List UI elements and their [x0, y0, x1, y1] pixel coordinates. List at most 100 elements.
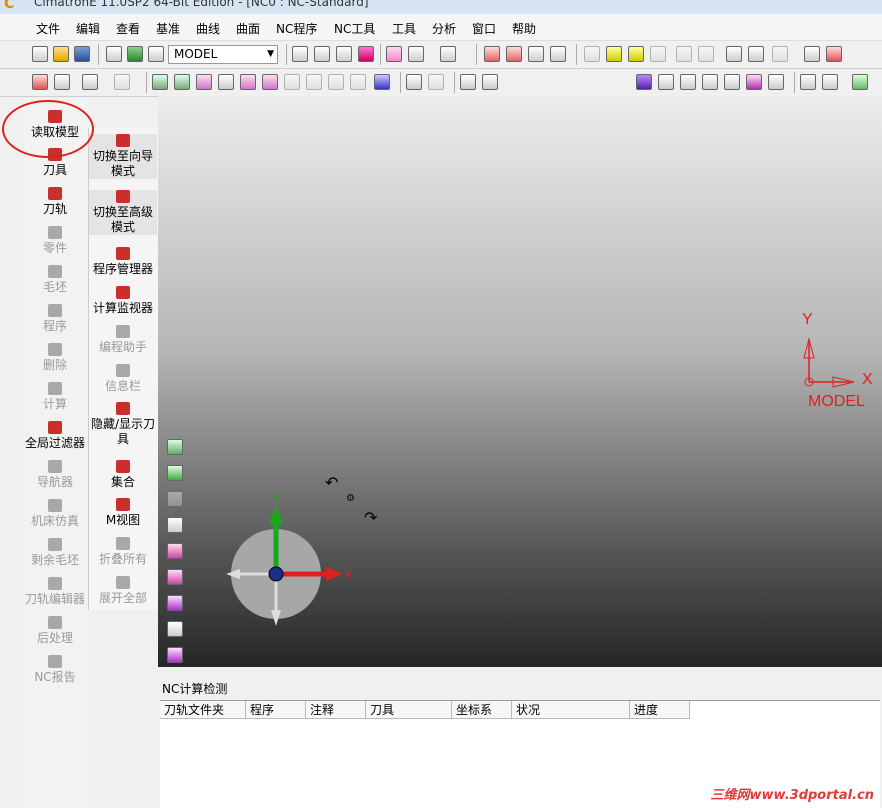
view-left-icon[interactable] — [768, 74, 784, 90]
column-header-ucs[interactable]: 坐标系 — [452, 701, 512, 719]
mark-icon[interactable] — [826, 46, 842, 62]
column-header-program[interactable]: 程序 — [246, 701, 306, 719]
model-select[interactable]: MODEL ▼ — [168, 45, 278, 64]
set-icon[interactable] — [148, 46, 164, 62]
view-box-icon[interactable] — [167, 517, 183, 533]
hide-icon[interactable] — [167, 621, 183, 637]
clip-icon[interactable] — [167, 569, 183, 585]
column-header-status[interactable]: 状况 — [512, 701, 630, 719]
menu-nc-program[interactable]: NC程序 — [276, 20, 317, 37]
menu-view[interactable]: 查看 — [116, 20, 140, 37]
bulb-on-icon[interactable] — [628, 46, 644, 62]
view-gizmo[interactable]: Y X — [226, 491, 352, 626]
tool-path-icon[interactable] — [460, 74, 476, 90]
undo-view-icon[interactable] — [167, 491, 183, 507]
menu-datum[interactable]: 基准 — [156, 20, 180, 37]
select-all-icon[interactable] — [328, 74, 344, 90]
nc-tools-item[interactable]: 切换至高级模式 — [89, 190, 157, 235]
nc-tools-item[interactable]: M视图 — [89, 498, 157, 528]
view-front-icon[interactable] — [658, 74, 674, 90]
view-iso-icon[interactable] — [386, 46, 402, 62]
menu-surface[interactable]: 曲面 — [236, 20, 260, 37]
analysis-icon[interactable] — [852, 74, 868, 90]
nc-wizard-icon[interactable] — [32, 74, 48, 90]
new-file-icon[interactable] — [32, 46, 48, 62]
nc-tools-item[interactable]: 切换至向导模式 — [89, 134, 157, 179]
sketch-exit-icon[interactable] — [822, 74, 838, 90]
select-point-icon[interactable] — [306, 74, 322, 90]
menu-file[interactable]: 文件 — [36, 20, 60, 37]
view-back-icon[interactable] — [724, 74, 740, 90]
shading-icon[interactable] — [408, 46, 424, 62]
save-icon[interactable] — [74, 46, 90, 62]
nc-output-icon[interactable] — [550, 46, 566, 62]
pick-filter-icon[interactable] — [428, 74, 444, 90]
nc-tool-icon[interactable] — [528, 46, 544, 62]
column-header-comment[interactable]: 注释 — [306, 701, 366, 719]
select-body-icon[interactable] — [284, 74, 300, 90]
select-similar-icon[interactable] — [350, 74, 366, 90]
select-chain-icon[interactable] — [218, 74, 234, 90]
column-header-progress[interactable]: 进度 — [630, 701, 690, 719]
nc-guide-item: 剩余毛坯 — [20, 538, 90, 568]
section-icon[interactable] — [167, 543, 183, 559]
view-top-icon[interactable] — [680, 74, 696, 90]
view-cube-icon[interactable] — [636, 74, 652, 90]
nc-tools-item[interactable]: 计算监视器 — [89, 286, 157, 316]
view-right-icon[interactable] — [702, 74, 718, 90]
nc-tools-item-label: 展开全部 — [98, 591, 147, 605]
funnel-icon[interactable] — [482, 74, 498, 90]
show-icon[interactable] — [167, 647, 183, 663]
select-face-icon[interactable] — [196, 74, 212, 90]
menu-analysis[interactable]: 分析 — [432, 20, 456, 37]
nc-guide-item[interactable]: 刀轨 — [20, 187, 90, 217]
arrow-left-icon[interactable] — [676, 46, 692, 62]
nc-procedure-icon[interactable] — [506, 46, 522, 62]
nc-guide-item-icon — [48, 343, 62, 356]
menu-curve[interactable]: 曲线 — [196, 20, 220, 37]
select-mode-icon[interactable] — [152, 74, 168, 90]
arrow-right-icon[interactable] — [698, 46, 714, 62]
export-icon[interactable] — [804, 46, 820, 62]
zoom-icon[interactable] — [336, 46, 352, 62]
filter-icon[interactable] — [114, 74, 130, 90]
grid-icon[interactable] — [726, 46, 742, 62]
column-header-toolpath[interactable]: 刀轨文件夹 — [160, 701, 246, 719]
menu-nc-tools[interactable]: NC工具 — [334, 20, 375, 37]
nc-program-icon[interactable] — [484, 46, 500, 62]
bulb-icon[interactable] — [606, 46, 622, 62]
zoom-tool-icon[interactable] — [167, 439, 183, 455]
nc-tools-item[interactable]: 隐藏/显示刀具 — [89, 402, 157, 447]
bulb-off-icon[interactable] — [650, 46, 666, 62]
model-icon[interactable] — [106, 46, 122, 62]
sketch-icon[interactable] — [800, 74, 816, 90]
graphics-viewport[interactable]: Y X MODEL ↶ ⚙ ↷ Y X — [158, 96, 882, 667]
menu-tools[interactable]: 工具 — [392, 20, 416, 37]
select-edge-icon[interactable] — [240, 74, 256, 90]
light-icon[interactable] — [584, 46, 600, 62]
select-curve-icon[interactable] — [174, 74, 190, 90]
menu-help[interactable]: 帮助 — [512, 20, 536, 37]
measure-icon[interactable] — [748, 46, 764, 62]
zoom-window-icon[interactable] — [314, 46, 330, 62]
nc-guide-item[interactable]: 全局过滤器 — [20, 421, 90, 451]
layer-icon[interactable] — [127, 46, 143, 62]
nc-tools-item[interactable]: 程序管理器 — [89, 247, 157, 277]
nc-tools-item[interactable]: 集合 — [89, 460, 157, 490]
view-bottom-icon[interactable] — [746, 74, 762, 90]
pick-icon[interactable] — [406, 74, 422, 90]
render-mode-icon[interactable] — [440, 46, 456, 62]
fit-tool-icon[interactable] — [167, 465, 183, 481]
column-header-tool[interactable]: 刀具 — [366, 701, 452, 719]
menu-edit[interactable]: 编辑 — [76, 20, 100, 37]
select-list-icon[interactable] — [374, 74, 390, 90]
display-icon[interactable] — [167, 595, 183, 611]
menu-window[interactable]: 窗口 — [472, 20, 496, 37]
select-icon[interactable] — [82, 74, 98, 90]
attribute-icon[interactable] — [772, 46, 788, 62]
select-loop-icon[interactable] — [262, 74, 278, 90]
open-folder-icon[interactable] — [53, 46, 69, 62]
delete-x-icon[interactable] — [54, 74, 70, 90]
pan-icon[interactable] — [358, 46, 374, 62]
zoom-fit-icon[interactable] — [292, 46, 308, 62]
